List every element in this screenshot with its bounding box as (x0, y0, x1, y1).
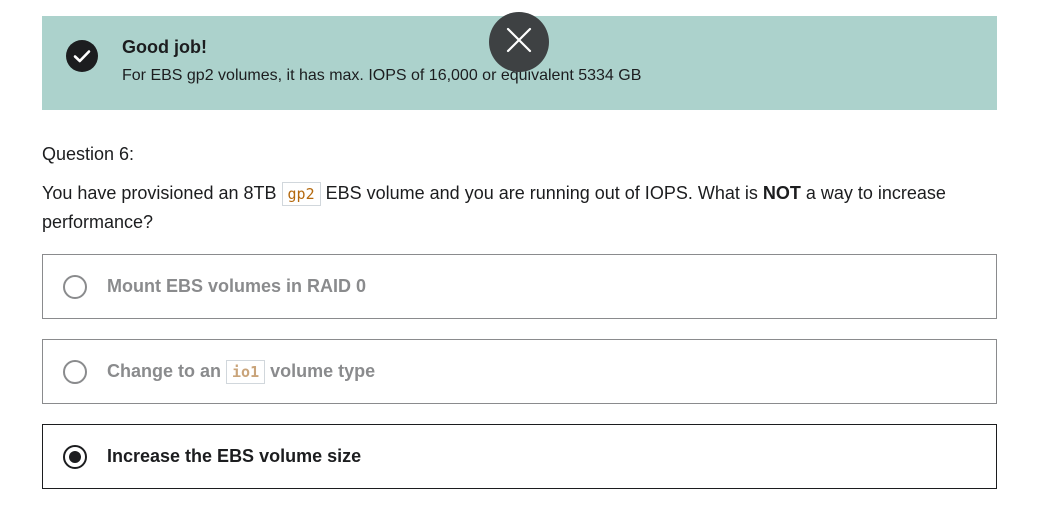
quiz-page: Good job! For EBS gp2 volumes, it has ma… (0, 0, 1060, 525)
inline-code: gp2 (281, 182, 321, 206)
answer-label: Change to an io1 volume type (107, 360, 376, 384)
question-text-part: You have provisioned an 8TB (42, 183, 282, 203)
question-prompt: You have provisioned an 8TB gp2 EBS volu… (42, 179, 982, 236)
answer-label: Mount EBS volumes in RAID 0 (107, 276, 367, 296)
answer-label-part: Change to an (107, 361, 227, 381)
check-circle-icon (66, 40, 98, 72)
question-number: Question 6: (42, 144, 135, 164)
close-icon (506, 27, 532, 58)
answer-option[interactable]: Change to an io1 volume type (42, 339, 997, 404)
radio-button[interactable] (63, 275, 87, 299)
answer-label: Increase the EBS volume size (107, 446, 362, 466)
answer-option-selected[interactable]: Increase the EBS volume size (42, 424, 997, 489)
radio-button[interactable] (63, 360, 87, 384)
answer-option[interactable]: Mount EBS volumes in RAID 0 (42, 254, 997, 319)
feedback-text: For EBS gp2 volumes, it has max. IOPS of… (122, 67, 642, 84)
radio-button-checked[interactable] (63, 445, 87, 469)
inline-code: io1 (226, 360, 266, 384)
feedback-title: Good job! (122, 37, 207, 57)
close-button[interactable] (489, 12, 549, 72)
question-emphasis: NOT (762, 183, 801, 203)
question-text-part: EBS volume and you are running out of IO… (320, 183, 763, 203)
answer-label-part: volume type (265, 361, 376, 381)
